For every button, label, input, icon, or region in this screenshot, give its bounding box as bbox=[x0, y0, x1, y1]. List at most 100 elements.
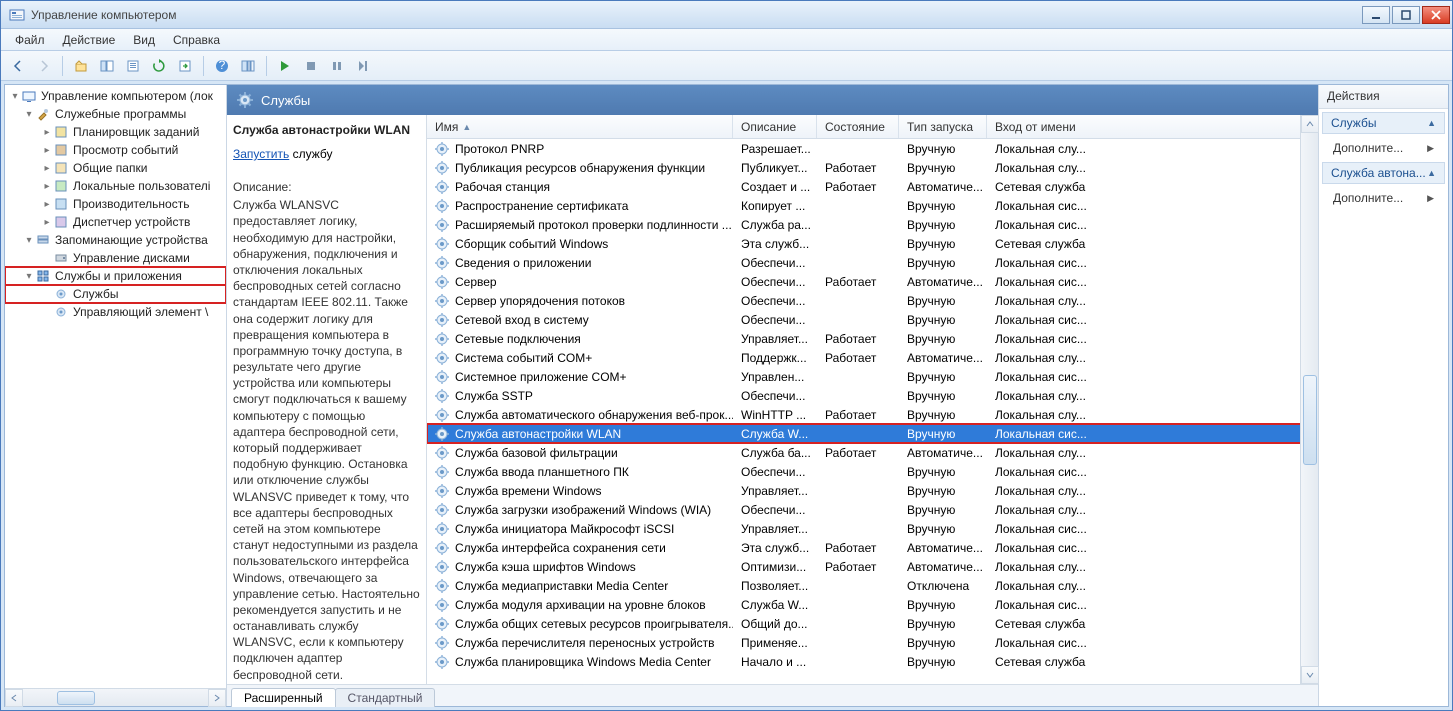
service-row[interactable]: Расширяемый протокол проверки подлинност… bbox=[427, 215, 1318, 234]
refresh-button[interactable] bbox=[148, 55, 170, 77]
col-start[interactable]: Тип запуска bbox=[899, 115, 987, 138]
menu-help[interactable]: Справка bbox=[165, 31, 228, 49]
service-icon bbox=[435, 598, 449, 612]
maximize-button[interactable] bbox=[1392, 6, 1420, 24]
tree-item[interactable]: ▸Диспетчер устройств bbox=[5, 213, 226, 231]
chevron-right-icon[interactable]: ▸ bbox=[41, 181, 53, 192]
service-row[interactable]: Рабочая станцияСоздает и ...РаботаетАвто… bbox=[427, 177, 1318, 196]
tab-extended[interactable]: Расширенный bbox=[231, 688, 336, 707]
export-button[interactable] bbox=[174, 55, 196, 77]
service-row[interactable]: СерверОбеспечи...РаботаетАвтоматиче...Ло… bbox=[427, 272, 1318, 291]
close-button[interactable] bbox=[1422, 6, 1450, 24]
service-row[interactable]: Служба интерфейса сохранения сетиЭта слу… bbox=[427, 538, 1318, 557]
tile-button[interactable] bbox=[237, 55, 259, 77]
service-row[interactable]: Служба модуля архивации на уровне блоков… bbox=[427, 595, 1318, 614]
service-row[interactable]: Служба времени WindowsУправляет...Вручну… bbox=[427, 481, 1318, 500]
tree-horizontal-scrollbar[interactable] bbox=[5, 688, 226, 706]
service-row[interactable]: Служба автоматического обнаружения веб-п… bbox=[427, 405, 1318, 424]
tree-group-system-tools[interactable]: ▾ Служебные программы bbox=[5, 105, 226, 123]
chevron-down-icon[interactable]: ▾ bbox=[23, 109, 35, 120]
service-row[interactable]: Служба общих сетевых ресурсов проигрыват… bbox=[427, 614, 1318, 633]
up-button[interactable] bbox=[70, 55, 92, 77]
actions-more-1[interactable]: Дополните... ▶ bbox=[1319, 137, 1448, 159]
menu-action[interactable]: Действие bbox=[55, 31, 124, 49]
chevron-down-icon[interactable]: ▾ bbox=[9, 91, 21, 102]
chevron-right-icon[interactable]: ▸ bbox=[41, 163, 53, 174]
tab-standard[interactable]: Стандартный bbox=[335, 688, 436, 707]
col-name[interactable]: Имя▲ bbox=[427, 115, 733, 138]
service-row[interactable]: Служба медиаприставки Media CenterПозвол… bbox=[427, 576, 1318, 595]
tree-item[interactable]: ▸Просмотр событий bbox=[5, 141, 226, 159]
service-row[interactable]: Служба ввода планшетного ПКОбеспечи...Вр… bbox=[427, 462, 1318, 481]
menu-file[interactable]: Файл bbox=[7, 31, 53, 49]
tree-item[interactable]: Управление дисками bbox=[5, 249, 226, 267]
scroll-left-button[interactable] bbox=[5, 689, 23, 707]
scroll-thumb[interactable] bbox=[1303, 375, 1317, 465]
restart-button[interactable] bbox=[352, 55, 374, 77]
chevron-right-icon[interactable]: ▸ bbox=[41, 217, 53, 228]
service-row[interactable]: Служба загрузки изображений Windows (WIA… bbox=[427, 500, 1318, 519]
scroll-right-button[interactable] bbox=[208, 689, 226, 707]
chevron-right-icon[interactable]: ▸ bbox=[41, 145, 53, 156]
service-row[interactable]: Сервер упорядочения потоковОбеспечи...Вр… bbox=[427, 291, 1318, 310]
start-service-link[interactable]: Запустить bbox=[233, 147, 289, 161]
service-row[interactable]: Протокол PNRPРазрешает...ВручнуюЛокальна… bbox=[427, 139, 1318, 158]
chevron-up-icon: ▲ bbox=[1427, 168, 1436, 178]
service-row[interactable]: Системное приложение COM+Управлен...Вруч… bbox=[427, 367, 1318, 386]
scroll-up-button[interactable] bbox=[1301, 115, 1319, 133]
service-row[interactable]: Служба кэша шрифтов WindowsОптимизи...Ра… bbox=[427, 557, 1318, 576]
tree-group-storage[interactable]: ▾ Запоминающие устройства bbox=[5, 231, 226, 249]
service-row[interactable]: Публикация ресурсов обнаружения функцииП… bbox=[427, 158, 1318, 177]
service-row[interactable]: Служба базовой фильтрацииСлужба ба...Раб… bbox=[427, 443, 1318, 462]
apps-icon bbox=[35, 268, 51, 284]
actions-section-services[interactable]: Службы ▲ bbox=[1322, 112, 1445, 134]
list-vertical-scrollbar[interactable] bbox=[1300, 115, 1318, 684]
tree-item-wmi[interactable]: Управляющий элемент \ bbox=[5, 303, 226, 321]
service-row[interactable]: Распространение сертификатаКопирует ...В… bbox=[427, 196, 1318, 215]
chevron-down-icon[interactable]: ▾ bbox=[23, 271, 35, 282]
tree-item[interactable]: ▸Локальные пользователі bbox=[5, 177, 226, 195]
cell-desc: Служба W... bbox=[733, 598, 817, 612]
tree-g2-items: Управление дисками bbox=[5, 249, 226, 267]
minimize-button[interactable] bbox=[1362, 6, 1390, 24]
show-hide-tree-button[interactable] bbox=[96, 55, 118, 77]
chevron-right-icon[interactable]: ▸ bbox=[41, 199, 53, 210]
scroll-thumb[interactable] bbox=[57, 691, 95, 705]
service-row[interactable]: Система событий COM+Поддержк...РаботаетА… bbox=[427, 348, 1318, 367]
service-row[interactable]: Сборщик событий WindowsЭта служб...Вручн… bbox=[427, 234, 1318, 253]
chevron-right-icon[interactable]: ▸ bbox=[41, 127, 53, 138]
nav-back-button[interactable] bbox=[7, 55, 29, 77]
tree-item[interactable]: ▸Производительность bbox=[5, 195, 226, 213]
nav-forward-button[interactable] bbox=[33, 55, 55, 77]
actions-more-2[interactable]: Дополните... ▶ bbox=[1319, 187, 1448, 209]
cell-name: Сетевые подключения bbox=[427, 332, 733, 346]
service-row[interactable]: Служба инициатора Майкрософт iSCSIУправл… bbox=[427, 519, 1318, 538]
tree-group-services-apps[interactable]: ▾ Службы и приложения bbox=[5, 267, 226, 285]
service-row[interactable]: Сетевые подключенияУправляет...РаботаетВ… bbox=[427, 329, 1318, 348]
cell-logon: Локальная слу... bbox=[987, 351, 1318, 365]
col-desc[interactable]: Описание bbox=[733, 115, 817, 138]
scroll-down-button[interactable] bbox=[1301, 666, 1319, 684]
service-row[interactable]: Служба планировщика Windows Media Center… bbox=[427, 652, 1318, 671]
menu-view[interactable]: Вид bbox=[125, 31, 163, 49]
stop-button[interactable] bbox=[300, 55, 322, 77]
chevron-down-icon[interactable]: ▾ bbox=[23, 235, 35, 246]
service-row[interactable]: Сведения о приложенииОбеспечи...ВручнуюЛ… bbox=[427, 253, 1318, 272]
play-button[interactable] bbox=[274, 55, 296, 77]
tree-item[interactable]: ▸Планировщик заданий bbox=[5, 123, 226, 141]
list-body[interactable]: Протокол PNRPРазрешает...ВручнуюЛокальна… bbox=[427, 139, 1318, 684]
tree-item[interactable]: ▸Общие папки bbox=[5, 159, 226, 177]
actions-section-selected[interactable]: Служба автона... ▲ bbox=[1322, 162, 1445, 184]
pause-button[interactable] bbox=[326, 55, 348, 77]
service-row[interactable]: Служба SSTPОбеспечи...ВручнуюЛокальная с… bbox=[427, 386, 1318, 405]
tree[interactable]: ▾ Управление компьютером (лок ▾ Служебны… bbox=[5, 85, 226, 688]
service-row[interactable]: Сетевой вход в системуОбеспечи...Вручную… bbox=[427, 310, 1318, 329]
help-button[interactable]: ? bbox=[211, 55, 233, 77]
service-row[interactable]: Служба автонастройки WLANСлужба W...Вруч… bbox=[427, 424, 1318, 443]
col-state[interactable]: Состояние bbox=[817, 115, 899, 138]
tree-root[interactable]: ▾ Управление компьютером (лок bbox=[5, 87, 226, 105]
col-logon[interactable]: Вход от имени bbox=[987, 115, 1318, 138]
properties-button[interactable] bbox=[122, 55, 144, 77]
tree-item-services[interactable]: Службы bbox=[5, 285, 226, 303]
service-row[interactable]: Служба перечислителя переносных устройст… bbox=[427, 633, 1318, 652]
